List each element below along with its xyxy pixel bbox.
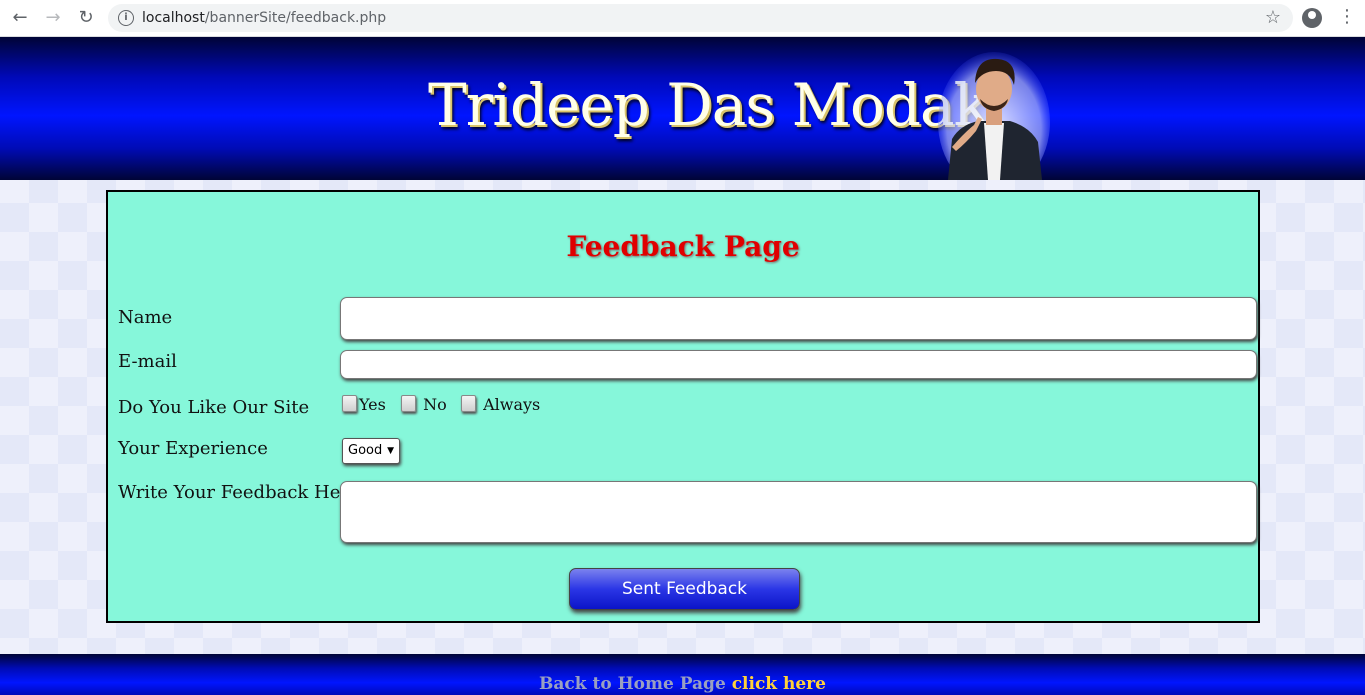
info-icon[interactable]: i xyxy=(118,10,134,26)
browser-toolbar: ← → ↻ i localhost/bannerSite/feedback.ph… xyxy=(0,0,1365,37)
url-text[interactable]: localhost/bannerSite/feedback.php xyxy=(142,10,386,26)
footer-back-text: Back to Home Page xyxy=(539,674,726,694)
experience-select[interactable]: Good ▼ xyxy=(342,438,400,464)
url-path: /bannerSite/feedback.php xyxy=(204,10,387,26)
always-checkbox[interactable] xyxy=(461,395,476,412)
yes-option-label: Yes xyxy=(359,395,386,414)
address-bar[interactable]: i localhost/bannerSite/feedback.php ☆ xyxy=(108,4,1293,32)
yes-checkbox[interactable] xyxy=(342,395,357,412)
menu-dots-icon[interactable]: ⋮ xyxy=(1338,6,1356,28)
name-input[interactable] xyxy=(340,297,1257,340)
feedback-label: Write Your Feedback Here xyxy=(118,482,360,503)
site-title: Trideep Das Modak xyxy=(428,71,989,139)
always-option-label: Always xyxy=(483,395,541,414)
url-host: localhost xyxy=(142,10,205,26)
email-label: E-mail xyxy=(118,351,177,372)
feedback-form: Feedback Page Name E-mail Do You Like Ou… xyxy=(106,190,1260,623)
name-label: Name xyxy=(118,307,173,328)
experience-label: Your Experience xyxy=(118,438,268,459)
like-option-no[interactable]: No xyxy=(401,395,447,414)
reload-icon[interactable]: ↻ xyxy=(76,8,96,28)
dropdown-arrow-icon: ▼ xyxy=(387,446,394,456)
feedback-textarea[interactable] xyxy=(340,481,1257,543)
home-link[interactable]: click here xyxy=(732,674,826,694)
account-icon[interactable] xyxy=(1302,8,1322,28)
back-arrow-icon[interactable]: ← xyxy=(10,8,30,28)
footer-text: Back to Home Page click here xyxy=(0,674,1365,694)
profile-photo xyxy=(938,52,1050,180)
email-input[interactable] xyxy=(340,350,1257,379)
sent-feedback-button[interactable]: Sent Feedback xyxy=(569,568,800,610)
like-site-label: Do You Like Our Site xyxy=(118,397,310,418)
no-option-label: No xyxy=(423,395,447,414)
experience-selected-value: Good xyxy=(348,443,383,458)
no-checkbox[interactable] xyxy=(401,395,416,412)
header-banner: Trideep Das Modak xyxy=(0,37,1365,180)
forward-arrow-icon[interactable]: → xyxy=(43,8,63,28)
bookmark-star-icon[interactable]: ☆ xyxy=(1265,7,1281,28)
like-option-always[interactable]: Always xyxy=(461,395,540,414)
like-option-yes[interactable]: Yes xyxy=(342,395,386,414)
footer: Back to Home Page click here xyxy=(0,654,1365,695)
page-heading: Feedback Page xyxy=(566,230,800,263)
